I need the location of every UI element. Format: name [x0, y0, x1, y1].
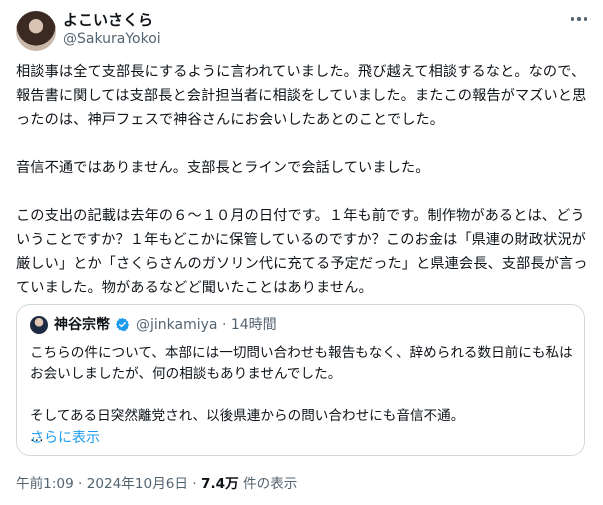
author-avatar[interactable] [16, 11, 56, 51]
post-text: 相談事は全て支部長にするように言われていました。飛び越えて相談するなと。なので、… [16, 64, 588, 296]
post-time[interactable]: 午前1:09 [16, 476, 74, 492]
author-display-name[interactable]: よこいさくら [63, 10, 153, 30]
quoted-separator: · [221, 317, 227, 333]
quoted-text: こちらの件について、本部には一切問い合わせも報告もなく、辞められる数日前にも私は… [30, 345, 573, 445]
quoted-author-avatar [30, 316, 48, 334]
footer-separator: · [192, 476, 197, 492]
views-count[interactable]: 7.4万 [201, 476, 239, 492]
quoted-handle: @jinkamiya [136, 317, 218, 333]
quoted-time: 14時間 [230, 317, 277, 333]
views-label: 件の表示 [243, 476, 298, 492]
post-date[interactable]: 2024年10月6日 [87, 476, 188, 492]
verified-badge-icon [115, 317, 130, 332]
quoted-meta: @jinkamiya · 14時間 [136, 315, 277, 335]
quoted-post[interactable]: 神谷宗幣 @jinkamiya · 14時間 こちらの件について、本部には一切問… [16, 304, 585, 456]
post-footer: 午前1:09 · 2024年10月6日 · 7.4万 件の表示 [16, 474, 297, 494]
more-options-icon[interactable] [568, 12, 590, 26]
quoted-author-name: 神谷宗幣 [54, 317, 110, 333]
footer-separator: · [78, 476, 83, 492]
author-handle[interactable]: @SakuraYokoi [63, 30, 161, 48]
show-more-link[interactable]: さらに表示 [30, 429, 100, 447]
